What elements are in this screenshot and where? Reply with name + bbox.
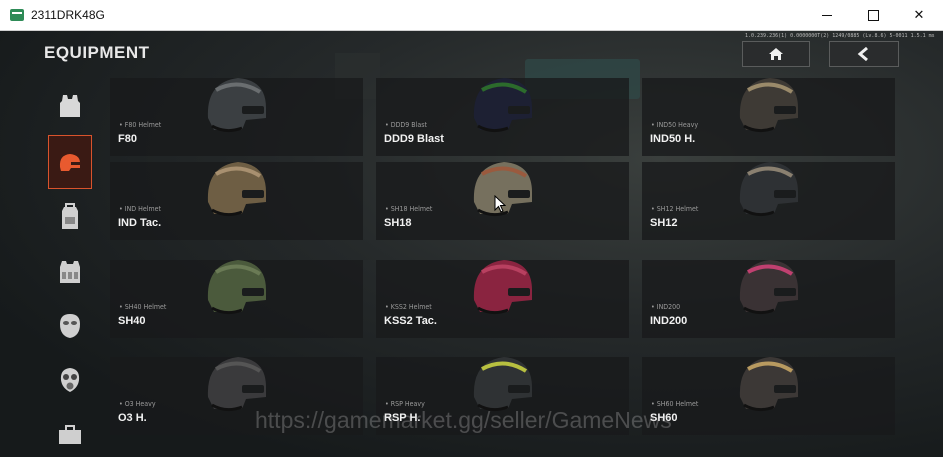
card-category-label: • SH18 Helmet (385, 205, 433, 213)
equipment-card[interactable]: • KSS2 Helmet KSS2 Tac. (376, 260, 629, 338)
back-button[interactable] (829, 41, 899, 67)
card-item-name: F80 (118, 133, 137, 145)
backpack-icon (62, 203, 78, 229)
window-title: 2311DRK48G (31, 8, 105, 22)
equipment-card[interactable]: • DDD9 Blast DDD9 Blast (376, 78, 629, 156)
game-viewport: EQUIPMENT 1.0.239.236(1) 0.0000000T(2) 1… (0, 31, 943, 457)
card-item-name: IND Tac. (118, 217, 162, 229)
card-item-name: DDD9 Blast (384, 133, 444, 145)
card-item-name: SH18 (384, 217, 412, 229)
card-item-name: IND200 (650, 315, 688, 327)
helmet-image-icon (739, 162, 798, 217)
mask-icon (60, 314, 80, 338)
helmet-image-icon (739, 260, 798, 315)
sidebar-item-mask[interactable] (48, 300, 92, 352)
card-category-label: • F80 Helmet (119, 121, 162, 129)
minimize-button[interactable] (804, 0, 850, 30)
equipment-card[interactable]: • SH12 Helmet SH12 (642, 162, 895, 240)
card-item-name: SH40 (118, 315, 146, 327)
helmet-image-icon (739, 78, 798, 133)
back-icon (857, 47, 868, 61)
card-category-label: • O3 Heavy (119, 400, 156, 408)
card-item-name: SH12 (650, 217, 678, 229)
card-item-name: IND50 H. (650, 133, 696, 145)
window-titlebar: 2311DRK48G ✕ (0, 0, 943, 31)
vest-icon (60, 95, 80, 117)
card-category-label: • IND Helmet (119, 205, 161, 213)
equipment-card[interactable]: • IND Helmet IND Tac. (110, 162, 363, 240)
card-category-label: • SH40 Helmet (119, 303, 167, 311)
helmet-image-icon (473, 78, 532, 133)
helmet-image-icon (739, 357, 798, 412)
watermark-text: https://gamemarket.gg/seller/GameNews (255, 407, 672, 433)
home-button[interactable] (742, 41, 810, 67)
helmet-image-icon (207, 78, 266, 133)
mouse-cursor-icon (494, 195, 506, 213)
equipment-card[interactable]: • SH60 Helmet SH60 (642, 357, 895, 435)
case-icon (59, 425, 81, 444)
app-icon (10, 9, 24, 21)
sidebar-item-backpack[interactable] (48, 191, 92, 243)
gasmask-icon (60, 368, 80, 392)
helmet-image-icon (473, 260, 532, 315)
card-category-label: • IND200 (651, 303, 681, 311)
equipment-card[interactable]: • IND200 IND200 (642, 260, 895, 338)
page-title: EQUIPMENT (44, 43, 150, 62)
helmet-icon (59, 154, 81, 171)
helmet-image-icon (207, 260, 266, 315)
sidebar-item-case[interactable] (48, 409, 92, 457)
card-category-label: • DDD9 Blast (385, 121, 427, 129)
maximize-button[interactable] (850, 0, 896, 30)
sidebar-item-vest[interactable] (48, 80, 92, 132)
maximize-icon (867, 9, 879, 21)
minimize-icon (822, 14, 832, 16)
equipment-card[interactable]: • F80 Helmet F80 (110, 78, 363, 156)
equipment-card[interactable]: • IND50 Heavy IND50 H. (642, 78, 895, 156)
home-icon (769, 48, 783, 60)
card-category-label: • IND50 Heavy (651, 121, 699, 129)
card-item-name: O3 H. (118, 412, 147, 424)
helmet-image-icon (473, 162, 532, 217)
close-button[interactable]: ✕ (896, 0, 942, 30)
equipment-card[interactable]: • SH40 Helmet SH40 (110, 260, 363, 338)
status-info: 1.0.239.236(1) 0.0000000T(2) 1249/0885 (… (745, 33, 935, 39)
sidebar-item-rig[interactable] (48, 246, 92, 298)
card-item-name: KSS2 Tac. (384, 315, 437, 327)
rig-icon (60, 261, 80, 283)
helmet-image-icon (207, 162, 266, 217)
card-category-label: • SH12 Helmet (651, 205, 699, 213)
close-icon: ✕ (913, 7, 925, 22)
sidebar-item-gasmask[interactable] (48, 354, 92, 406)
card-category-label: • KSS2 Helmet (385, 303, 432, 311)
sidebar-item-helmet[interactable] (48, 135, 92, 189)
